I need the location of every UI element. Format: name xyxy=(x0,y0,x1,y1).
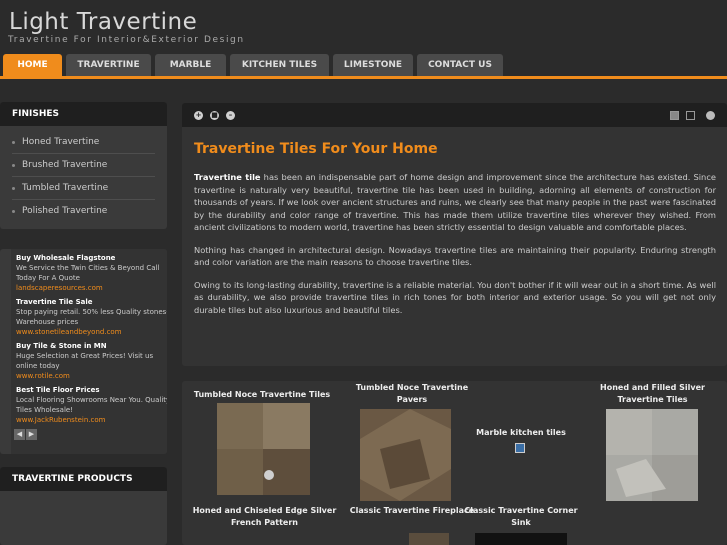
ad-item[interactable]: Travertine Tile Sale Stop paying retail.… xyxy=(11,293,167,337)
gallery-caption[interactable]: Tumbled Noce Travertine Pavers xyxy=(342,382,482,406)
ad-text: Huge Selection at Great Prices! Visit us… xyxy=(16,352,154,370)
gallery-caption[interactable]: Honed and Chiseled Edge Silver French Pa… xyxy=(192,505,337,529)
bullet-icon xyxy=(12,141,15,144)
minus-icon[interactable]: – xyxy=(226,111,235,120)
main-article: + ■ – Travertine Tiles For Your Home Tra… xyxy=(182,103,727,366)
article-paragraph-3: Owing to its long-lasting durability, tr… xyxy=(194,279,716,315)
nav-kitchen-tiles[interactable]: KITCHEN TILES xyxy=(230,54,329,76)
next-arrow-icon[interactable]: ▶ xyxy=(26,429,37,440)
nav-marble[interactable]: MARBLE xyxy=(155,54,226,76)
ad-title[interactable]: Best Tile Floor Prices xyxy=(16,385,167,395)
ad-title[interactable]: Buy Tile & Stone in MN xyxy=(16,341,167,351)
main-nav: HOME TRAVERTINE MARBLE KITCHEN TILES LIM… xyxy=(3,54,507,76)
gallery-caption[interactable]: Marble kitchen tiles xyxy=(462,427,580,439)
gallery-caption[interactable]: Classic Travertine Fireplace xyxy=(342,505,482,517)
gallery-caption[interactable]: Honed and Filled Silver Travertine Tiles xyxy=(578,382,727,406)
bullet-icon xyxy=(12,210,15,213)
products-title: TRAVERTINE PRODUCTS xyxy=(0,467,167,491)
gallery-image[interactable] xyxy=(606,409,698,501)
site-tagline: Travertine For Interior&Exterior Design xyxy=(8,35,245,45)
ad-text: Local Flooring Showrooms Near You. Quali… xyxy=(16,396,167,414)
finish-item-tumbled[interactable]: Tumbled Travertine xyxy=(12,177,155,200)
ad-item[interactable]: Buy Wholesale Flagstone We Service the T… xyxy=(11,249,167,293)
ad-text: Stop paying retail. 50% less Quality sto… xyxy=(16,308,167,326)
nav-underline xyxy=(0,76,727,79)
bullet-icon xyxy=(12,164,15,167)
nav-travertine[interactable]: TRAVERTINE xyxy=(66,54,151,76)
product-gallery: Tumbled Noce Travertine Tiles Tumbled No… xyxy=(182,381,727,545)
nav-home[interactable]: HOME xyxy=(3,54,62,76)
finish-item-polished[interactable]: Polished Travertine xyxy=(12,200,155,223)
gallery-image[interactable] xyxy=(475,533,567,545)
gallery-caption[interactable]: Tumbled Noce Travertine Tiles xyxy=(192,389,332,401)
ad-url[interactable]: www.stonetileandbeyond.com xyxy=(16,327,167,337)
ad-title[interactable]: Buy Wholesale Flagstone xyxy=(16,253,167,263)
grid-view-icon[interactable] xyxy=(686,111,695,120)
bullet-icon xyxy=(12,187,15,190)
site-title[interactable]: Light Travertine xyxy=(9,9,197,35)
products-panel: TRAVERTINE PRODUCTS xyxy=(0,467,167,545)
keyword-bold: Travertine tile xyxy=(194,172,261,182)
nav-contact-us[interactable]: CONTACT US xyxy=(417,54,503,76)
ad-url[interactable]: www.JackRubenstein.com xyxy=(16,415,167,425)
finish-item-honed[interactable]: Honed Travertine xyxy=(12,131,155,154)
article-toolbar: + ■ – xyxy=(182,103,727,127)
ad-url[interactable]: www.rotile.com xyxy=(16,371,167,381)
prev-arrow-icon[interactable]: ◀ xyxy=(14,429,25,440)
stop-icon[interactable]: ■ xyxy=(210,111,219,120)
list-view-icon[interactable] xyxy=(670,111,679,120)
finishes-panel: FINISHES Honed Travertine Brushed Traver… xyxy=(0,102,167,229)
gallery-image[interactable] xyxy=(360,409,451,501)
expand-icon[interactable] xyxy=(706,111,715,120)
plus-icon[interactable]: + xyxy=(194,111,203,120)
ad-item[interactable]: Best Tile Floor Prices Local Flooring Sh… xyxy=(11,381,167,425)
gallery-image[interactable] xyxy=(217,403,310,495)
nav-limestone[interactable]: LIMESTONE xyxy=(333,54,413,76)
ad-url[interactable]: landscaperesources.com xyxy=(16,283,167,293)
ad-item[interactable]: Buy Tile & Stone in MN Huge Selection at… xyxy=(11,337,167,381)
ads-panel: Buy Wholesale Flagstone We Service the T… xyxy=(0,249,167,454)
article-title: Travertine Tiles For Your Home xyxy=(194,141,438,157)
article-paragraph-1: Travertine tile has been an indispensabl… xyxy=(194,172,716,232)
gallery-caption[interactable]: Classic Travertine Corner Sink xyxy=(462,505,580,529)
ad-title[interactable]: Travertine Tile Sale xyxy=(16,297,167,307)
article-paragraph-2: Nothing has changed in architectural des… xyxy=(194,244,716,268)
image-placeholder-icon[interactable] xyxy=(515,443,525,453)
gallery-image[interactable] xyxy=(409,533,449,545)
finishes-title: FINISHES xyxy=(0,102,167,126)
ad-text: We Service the Twin Cities & Beyond Call… xyxy=(16,264,160,282)
finish-item-brushed[interactable]: Brushed Travertine xyxy=(12,154,155,177)
